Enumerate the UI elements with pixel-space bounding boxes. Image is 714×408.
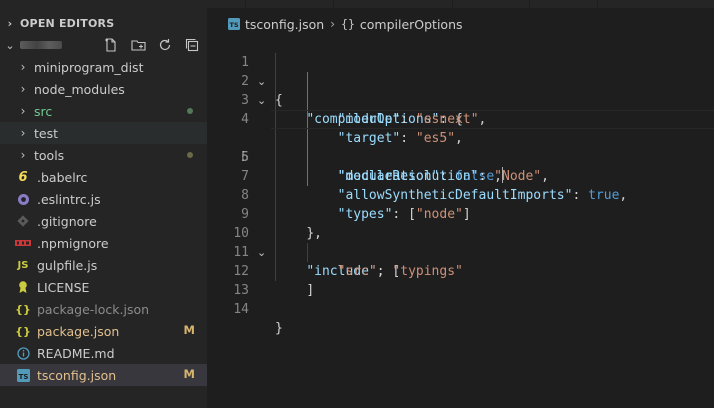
workspace-folder-name-blurred [20,41,62,49]
tree-file-gulpfile[interactable]: JS gulpfile.js [0,254,207,276]
tree-item-label: tsconfig.json [37,367,117,383]
tree-file-readme[interactable]: README.md [0,342,207,364]
eslint-icon [15,193,31,206]
tree-item-label: miniprogram_dist [34,59,144,75]
tree-folder-node-modules[interactable]: › node_modules [0,78,207,100]
modified-dot-icon [187,152,193,158]
tree-item-label: node_modules [34,81,125,97]
code-line: 13 [207,262,714,298]
tree-folder-miniprogram-dist[interactable]: › miniprogram_dist [0,56,207,78]
code-line-current: 5 "declaration": false, [207,110,714,184]
tree-file-package-lock[interactable]: {} package-lock.json [0,298,207,320]
tree-item-label: package.json [37,323,120,339]
breadcrumb-symbol[interactable]: compilerOptions [360,17,463,32]
code-line: 4 "target": "es5", [207,91,714,146]
tree-item-label: .eslintrc.js [37,191,101,207]
line-number: 14 [233,302,249,317]
collapse-all-icon[interactable] [183,36,201,54]
open-editors-header[interactable]: › OPEN EDITORS [0,12,207,34]
open-editors-label: OPEN EDITORS [20,16,115,30]
workspace-folder-header[interactable]: ⌄ [0,34,207,56]
tree-file-gitignore[interactable]: .gitignore [0,210,207,232]
tree-file-npmignore[interactable]: .npmignore [0,232,207,254]
tree-file-eslintrc[interactable]: .eslintrc.js [0,188,207,210]
info-icon [15,346,31,360]
new-folder-icon[interactable] [129,36,147,54]
breadcrumb-file[interactable]: tsconfig.json [245,17,324,32]
code-line: 7 "allowSyntheticDefaultImports": true, [207,148,714,203]
code-line: 3 "module": "esnext", [207,72,714,127]
npm-icon [15,239,31,247]
tree-item-label: LICENSE [37,279,90,295]
tree-folder-tools[interactable]: › tools [0,144,207,166]
babel-icon: 6 [18,169,28,185]
breadcrumb: TS tsconfig.json › {} compilerOptions [228,14,463,34]
tree-file-babelrc[interactable]: 6 .babelrc [0,166,207,188]
chevron-right-icon: › [20,60,26,74]
ts-icon: TS [15,368,31,382]
chevron-right-icon: › [7,16,13,30]
ts-icon: TS [228,18,240,30]
untracked-dot-icon [187,108,193,114]
chevron-right-icon: › [20,82,26,96]
new-file-icon[interactable] [102,36,120,54]
code-editor: TS tsconfig.json › {} compilerOptions 1 … [207,0,714,408]
tree-item-label: .babelrc [37,169,88,185]
code-area[interactable]: 1 ⌄ { 2 ⌄ "compilerOptions": { 3 "module… [207,34,714,336]
current-line-highlight [271,110,714,129]
git-icon [15,215,31,227]
tab-bar [207,0,714,8]
file-tree: › miniprogram_dist › node_modules › src … [0,56,207,386]
code-line: 11 "src", "typings" [207,224,714,279]
modified-badge: M [183,367,195,381]
tree-item-label: gulpfile.js [37,257,98,273]
chevron-down-icon: ⌄ [5,38,15,52]
svg-text:TS: TS [18,373,28,381]
chevron-right-icon: › [20,148,26,162]
code-token: } [275,321,283,336]
tree-file-tsconfig[interactable]: TS tsconfig.json M [0,364,207,386]
json-icon: {} [15,324,31,338]
json-icon: {} [15,302,31,316]
tree-item-label: test [34,125,59,141]
tree-item-label: package-lock.json [37,301,150,317]
refresh-icon[interactable] [156,36,174,54]
tree-folder-src[interactable]: › src [0,100,207,122]
tree-item-label: src [34,103,53,119]
code-line: 6 "moduleResolution": "Node", [207,129,714,184]
explorer-actions [102,34,201,56]
chevron-right-icon: › [20,126,26,140]
tree-file-license[interactable]: LICENSE [0,276,207,298]
code-line: 1 ⌄ { [207,34,714,108]
code-line: 2 ⌄ "compilerOptions": { [207,53,714,127]
code-line: 14 } [207,281,714,336]
license-icon [15,280,31,294]
js-icon: JS [17,259,29,271]
tree-item-label: .gitignore [37,213,97,229]
tree-item-label: .npmignore [37,235,109,251]
code-line: 12 ] [207,243,714,298]
chevron-right-icon: › [330,17,336,31]
code-line: 9 }, [207,186,714,241]
code-line: 8 "types": ["node"] [207,167,714,222]
chevron-right-icon: › [20,104,26,118]
tree-folder-test[interactable]: › test [0,122,207,144]
tree-item-label: README.md [37,345,115,361]
modified-badge: M [183,323,195,337]
object-symbol-icon: {} [341,17,355,31]
tree-file-package-json[interactable]: {} package.json M [0,320,207,342]
explorer-sidebar: › OPEN EDITORS ⌄ › miniprogram_dist › no… [0,0,207,408]
tree-item-label: tools [34,147,65,163]
code-line: 10 ⌄ "include": [ [207,205,714,279]
ts-icon-text: TS [229,21,238,29]
